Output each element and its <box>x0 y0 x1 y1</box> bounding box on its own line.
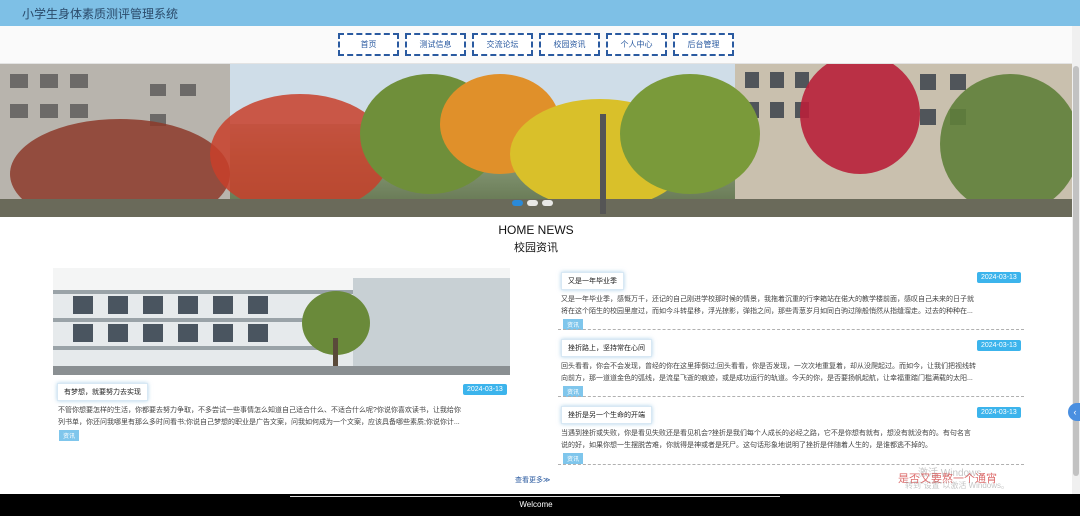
view-more-link[interactable]: 查看更多≫ <box>515 475 550 485</box>
news-item-title[interactable]: 又是一年毕业季 <box>561 272 624 290</box>
featured-news-summary-line2: 列书单，你还问我哪里有那么多时间看书;你说自己梦想的职业是广告文案，问我如何成为… <box>58 419 460 426</box>
nav-item-home[interactable]: 首页 <box>338 33 399 56</box>
chevron-left-icon[interactable]: ‹ <box>1068 403 1080 421</box>
footer-welcome: Welcome <box>519 500 553 509</box>
section-title-cn: 校园资讯 <box>514 242 558 254</box>
news-item-title[interactable]: 挫折是另一个生命的开端 <box>561 406 652 424</box>
news-item-category[interactable]: 资讯 <box>563 453 584 464</box>
carousel-dot[interactable] <box>542 200 553 206</box>
carousel-dot[interactable] <box>527 200 538 206</box>
activation-watermark-sub: 转到“设置”以激活 Windows。 <box>905 481 1010 490</box>
featured-news-image[interactable] <box>53 268 510 375</box>
banner-carousel[interactable] <box>0 64 1072 217</box>
top-bar: 小学生身体素质测评管理系统 <box>0 0 1080 26</box>
featured-news-date: 2024-03-13 <box>463 384 507 395</box>
news-item-summary-line1: 当遇到挫折或失败，你是看见失败还是看见机会?挫折是我们每个人成长的必经之路，它不… <box>561 430 971 437</box>
nav-item-test-info[interactable]: 测试信息 <box>405 33 466 56</box>
banner-image <box>0 64 1072 217</box>
featured-news-category[interactable]: 资讯 <box>59 430 80 441</box>
footer: Welcome <box>0 494 1080 516</box>
news-item-date: 2024-03-13 <box>977 272 1021 283</box>
section-title-en: HOME NEWS <box>498 223 574 237</box>
nav-item-admin[interactable]: 后台管理 <box>673 33 734 56</box>
footer-divider <box>290 496 780 497</box>
news-item-summary-line2: 将在这个陌生的校园里度过，而如今斗转星移，浮光掠影，弹指之间，那些青葱岁月如同白… <box>561 308 973 315</box>
news-item-summary-line2: 说的好，如果你想一生摆脱苦难，你就得是神或者是死尸。这句话形象地说明了挫折是伴随… <box>561 442 932 449</box>
news-item-date: 2024-03-13 <box>977 407 1021 418</box>
featured-news-summary-line1: 不管你想要怎样的生活，你都要去努力争取，不多尝试一些事情怎么知道自己适合什么、不… <box>58 407 461 414</box>
news-item-summary-line1: 回头看看，你会不会发现，曾经的你在这里摔倒过;回头看看，你是否发现，一次次地重复… <box>561 363 976 370</box>
page-scrollbar[interactable] <box>1072 26 1080 494</box>
carousel-dot[interactable] <box>512 200 523 206</box>
news-item-date: 2024-03-13 <box>977 340 1021 351</box>
featured-news-title[interactable]: 有梦想，就要努力去实现 <box>57 383 148 401</box>
news-item-title[interactable]: 挫折路上，坚持常在心间 <box>561 339 652 357</box>
news-divider <box>558 396 1024 397</box>
news-item-summary-line1: 又是一年毕业季，感慨万千，还记的自己刚进学校那时候的情景，我拖着沉重的行李箱站在… <box>561 296 974 303</box>
nav-item-campus-news[interactable]: 校园资讯 <box>539 33 600 56</box>
nav-item-forum[interactable]: 交流论坛 <box>472 33 533 56</box>
news-divider <box>558 329 1024 330</box>
carousel-indicators <box>512 200 553 206</box>
app-title: 小学生身体素质测评管理系统 <box>22 7 179 21</box>
news-item-summary-line2: 向前方，那一道道金色的弧线，是流星飞逝的痕迹，或是成功运行的轨道。今天的你，是否… <box>561 375 973 382</box>
building-image <box>53 268 510 375</box>
main-nav: 首页 测试信息 交流论坛 校园资讯 个人中心 后台管理 <box>338 33 734 56</box>
nav-bar: 首页 测试信息 交流论坛 校园资讯 个人中心 后台管理 <box>0 26 1080 64</box>
nav-item-personal-center[interactable]: 个人中心 <box>606 33 667 56</box>
